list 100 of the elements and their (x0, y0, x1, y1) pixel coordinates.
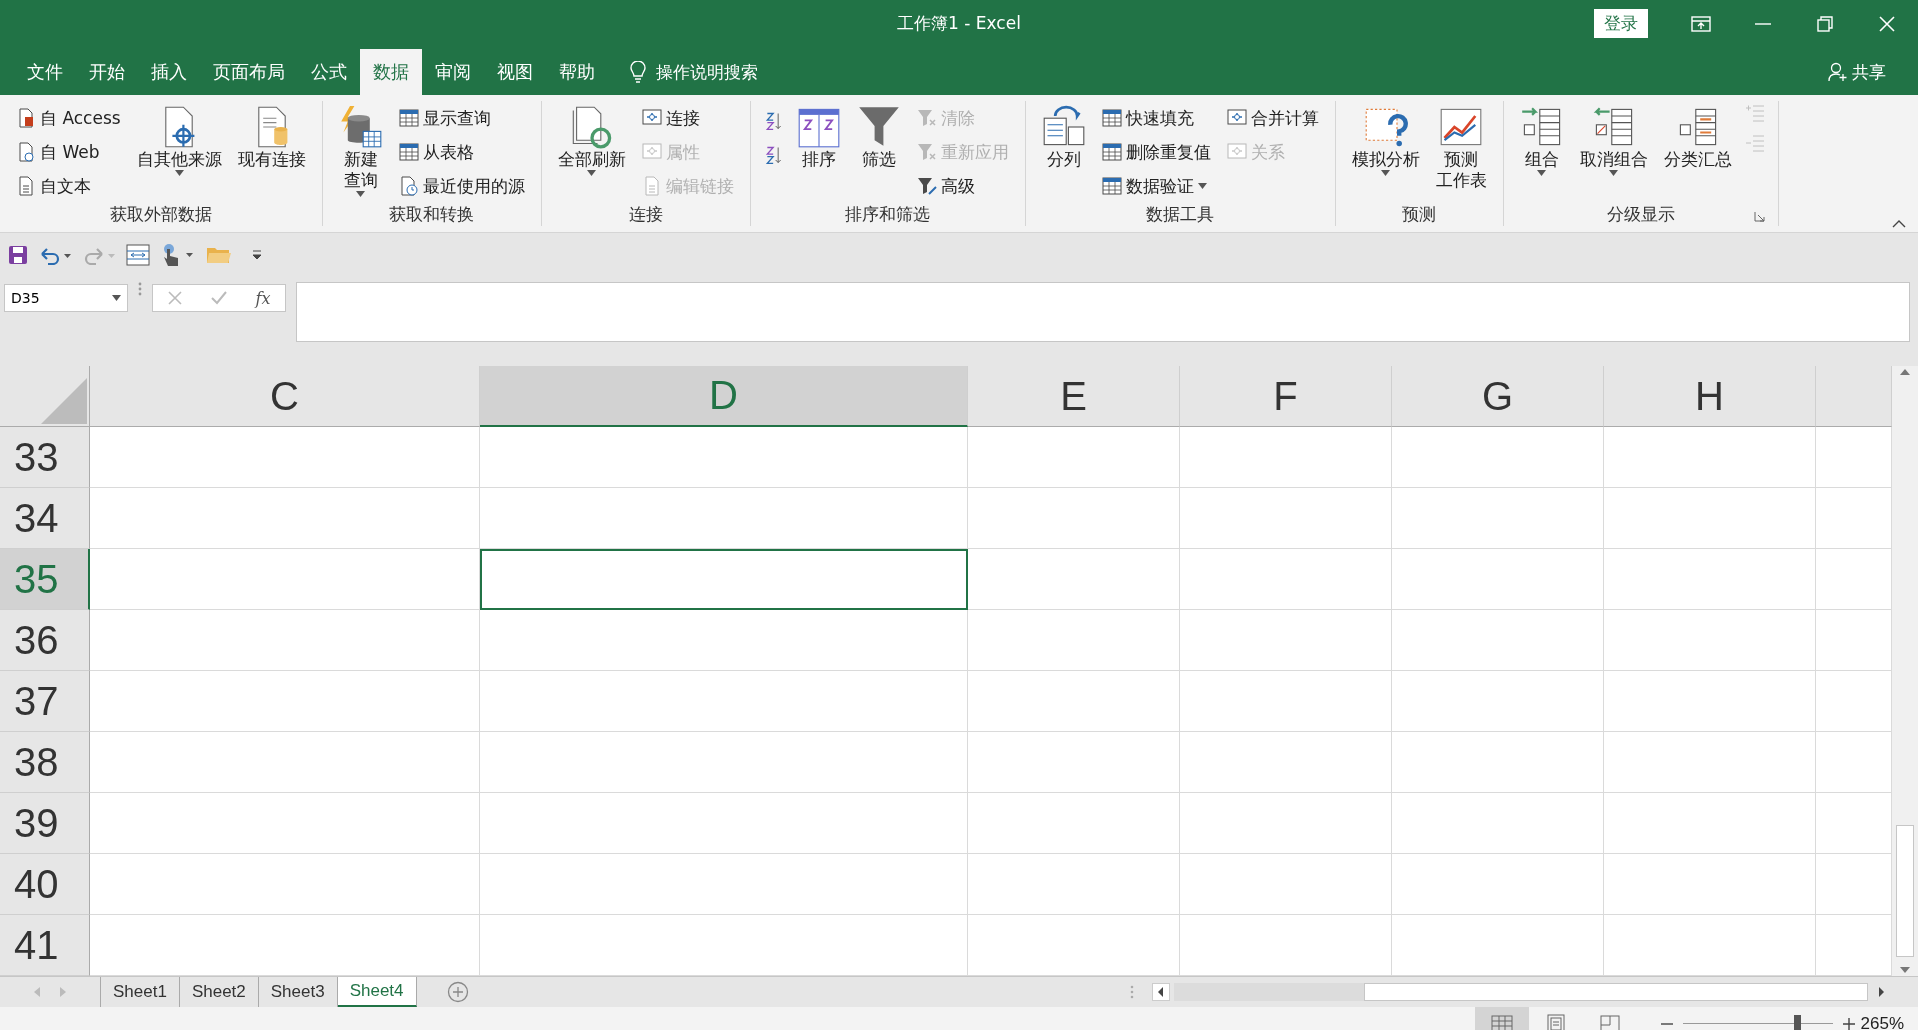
grid-cell[interactable] (480, 671, 968, 732)
row-header[interactable]: 38 (0, 732, 90, 793)
grid-cell[interactable] (1392, 671, 1604, 732)
scroll-up-icon[interactable] (1900, 368, 1910, 375)
grid-cell[interactable] (968, 549, 1180, 610)
previous-sheet-icon[interactable] (34, 987, 40, 997)
close-icon[interactable] (1879, 15, 1895, 32)
row-header[interactable]: 34 (0, 488, 90, 549)
grid-cell[interactable] (90, 793, 480, 854)
grid-cell[interactable] (1180, 549, 1392, 610)
ribbon-tab[interactable]: 开始 (76, 49, 138, 95)
row-header[interactable]: 33 (0, 427, 90, 488)
ribbon-button[interactable]: 合并计算 (1223, 103, 1322, 133)
grid-cell[interactable] (480, 732, 968, 793)
column-header[interactable]: E (968, 366, 1180, 427)
ribbon-button[interactable]: 排序 (793, 101, 844, 201)
ribbon-button[interactable]: 全部刷新 (554, 101, 629, 201)
ribbon-button[interactable]: 数据验证 (1098, 171, 1214, 201)
scrollbar-thumb[interactable] (1364, 983, 1868, 1001)
ribbon-button[interactable]: 分列 (1038, 101, 1089, 201)
check-icon[interactable] (210, 291, 227, 305)
grid-cell[interactable] (1392, 488, 1604, 549)
scroll-left-icon[interactable] (1152, 983, 1170, 1001)
ribbon-tab[interactable]: 数据 (360, 49, 422, 95)
ribbon-button[interactable]: 取消组合 (1576, 101, 1651, 201)
grid-cell[interactable] (968, 427, 1180, 488)
formula-field[interactable] (296, 282, 1910, 342)
grid-cell[interactable] (968, 793, 1180, 854)
scrollbar-thumb[interactable] (1896, 825, 1914, 957)
ribbon-button[interactable]: 快速填充 (1098, 103, 1214, 133)
column-header[interactable]: F (1180, 366, 1392, 427)
show-detail-icon[interactable] (1744, 103, 1765, 123)
row-header[interactable]: 37 (0, 671, 90, 732)
insert-function-button[interactable]: fx (255, 288, 271, 308)
grid-cell[interactable] (1604, 427, 1816, 488)
grid-cell[interactable] (1392, 732, 1604, 793)
hide-detail-icon[interactable] (1744, 133, 1765, 153)
ribbon-button[interactable]: 连接 (638, 103, 737, 133)
column-header[interactable] (1816, 366, 1892, 427)
grid-cell[interactable] (1604, 671, 1816, 732)
grid-cell[interactable] (90, 671, 480, 732)
ribbon-button[interactable]: 组合 (1516, 101, 1567, 201)
ribbon-tab[interactable]: 帮助 (546, 49, 608, 95)
row-header[interactable]: 41 (0, 915, 90, 976)
ribbon-tab[interactable]: 视图 (484, 49, 546, 95)
grid-cell[interactable] (1604, 549, 1816, 610)
grid-cell[interactable] (1392, 549, 1604, 610)
grid-cell[interactable] (1180, 732, 1392, 793)
next-sheet-icon[interactable] (60, 987, 66, 997)
column-width-icon[interactable] (126, 243, 150, 266)
search-placeholder[interactable]: 操作说明搜索 (656, 60, 758, 84)
zoom-out-icon[interactable] (1660, 1022, 1673, 1025)
grid-cell[interactable] (1392, 793, 1604, 854)
grid-cell[interactable] (90, 854, 480, 915)
grid-cell[interactable] (1604, 610, 1816, 671)
grid-cell[interactable] (480, 854, 968, 915)
grid-cell[interactable] (1604, 854, 1816, 915)
save-icon[interactable] (8, 244, 28, 265)
ribbon-button[interactable]: 最近使用的源 (395, 171, 528, 201)
grid-cell[interactable] (968, 732, 1180, 793)
collapse-ribbon-icon[interactable] (1892, 219, 1906, 228)
grid-cell[interactable] (968, 610, 1180, 671)
active-cell[interactable] (480, 549, 968, 610)
scroll-down-icon[interactable] (1900, 967, 1910, 974)
add-sheet-icon[interactable] (446, 981, 469, 1003)
ribbon-button[interactable]: 新建 查询 (335, 101, 386, 201)
minimize-icon[interactable] (1755, 22, 1771, 25)
grid-cell[interactable] (1604, 488, 1816, 549)
grid-cell[interactable] (90, 549, 480, 610)
ribbon-button[interactable]: 预测 工作表 (1432, 101, 1490, 201)
grid-cell[interactable] (968, 671, 1180, 732)
grid-cell[interactable] (1604, 732, 1816, 793)
ribbon-button[interactable]: 高级 (913, 171, 1012, 201)
name-box[interactable]: D35 (4, 284, 128, 312)
ribbon-button[interactable]: 模拟分析 (1348, 101, 1423, 201)
grid-cell[interactable] (480, 610, 968, 671)
ribbon-tab[interactable]: 审阅 (422, 49, 484, 95)
grid-cell[interactable] (1180, 854, 1392, 915)
sort-descending-icon[interactable] (763, 145, 784, 165)
grid-cell[interactable] (1180, 793, 1392, 854)
grid-cell[interactable] (90, 488, 480, 549)
grid-cell[interactable] (1392, 854, 1604, 915)
ribbon-tab[interactable]: 页面布局 (200, 49, 298, 95)
row-header[interactable]: 39 (0, 793, 90, 854)
grid-cell[interactable] (1604, 793, 1816, 854)
row-header[interactable]: 36 (0, 610, 90, 671)
ribbon-button[interactable]: 自文本 (13, 171, 124, 201)
grid-cell[interactable] (1180, 488, 1392, 549)
login-button[interactable]: 登录 (1594, 9, 1648, 38)
ribbon-button[interactable]: 从表格 (395, 137, 528, 167)
column-header[interactable]: C (90, 366, 480, 427)
ribbon-tab[interactable]: 插入 (138, 49, 200, 95)
sort-ascending-icon[interactable] (763, 111, 784, 131)
zoom-in-icon[interactable] (1842, 1017, 1855, 1030)
ribbon-button[interactable]: 显示查询 (395, 103, 528, 133)
row-header[interactable]: 40 (0, 854, 90, 915)
view-button[interactable] (1474, 1007, 1529, 1030)
grid-cell[interactable] (1180, 610, 1392, 671)
grid-cell[interactable] (1180, 427, 1392, 488)
ribbon-button[interactable]: 删除重复值 (1098, 137, 1214, 167)
